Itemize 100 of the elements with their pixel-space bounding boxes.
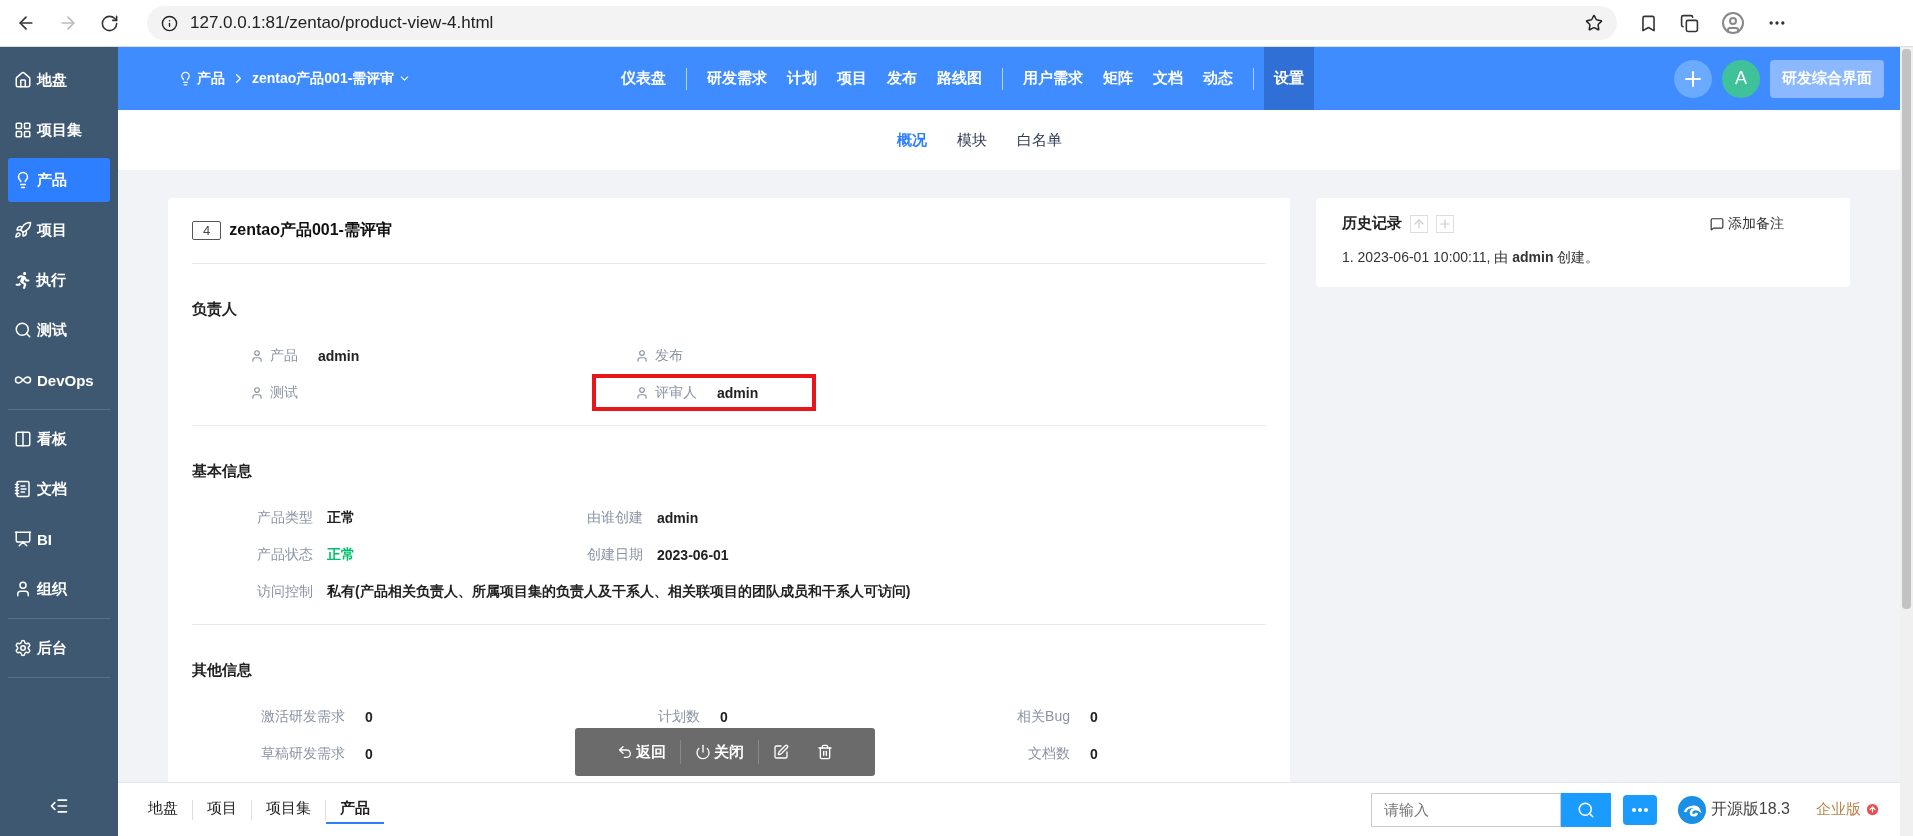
favorite-icon[interactable] xyxy=(1585,14,1603,32)
user-icon xyxy=(635,385,649,400)
field-value: admin xyxy=(318,347,360,364)
breadcrumb-link[interactable]: 产品 xyxy=(178,69,225,88)
footer-crumb[interactable]: 项目集 xyxy=(252,795,325,824)
search-button[interactable] xyxy=(1560,792,1611,827)
user-icon xyxy=(14,580,32,598)
nav-tab[interactable]: 设置 xyxy=(1264,47,1315,110)
add-note-link[interactable]: 添加备注 xyxy=(1710,214,1784,233)
user-icon xyxy=(250,348,264,363)
notebook-icon xyxy=(14,480,32,498)
field-label: 激活研发需求 xyxy=(260,707,345,726)
product-switcher[interactable]: zentao产品001-需评审 xyxy=(252,69,412,88)
create-button[interactable] xyxy=(1674,59,1712,98)
field-label: 草稿研发需求 xyxy=(260,744,345,763)
sidebar-item[interactable]: 看板 xyxy=(8,417,110,461)
field-label: 评审人 xyxy=(655,383,697,402)
field-value: 正常 xyxy=(327,545,355,564)
nav-tab[interactable]: 研发需求 xyxy=(697,47,778,110)
field-value: admin xyxy=(717,384,759,401)
field-label: 产品类型 xyxy=(257,508,313,527)
collections-icon[interactable] xyxy=(1680,13,1699,33)
field-value: 0 xyxy=(1090,745,1098,762)
field-value: 正常 xyxy=(327,508,355,527)
sidebar-item[interactable]: 测试 xyxy=(8,308,110,352)
nav-tab[interactable]: 项目 xyxy=(827,47,878,110)
info-icon xyxy=(161,14,178,32)
sidebar-item[interactable]: 后台 xyxy=(8,626,110,670)
sidebar-item[interactable]: 地盘 xyxy=(8,58,110,102)
panel-title: 历史记录 xyxy=(1342,214,1402,233)
section-title: 负责人 xyxy=(192,300,238,319)
search-field[interactable]: 请输入 xyxy=(1370,792,1561,827)
field-label: 相关Bug xyxy=(1016,707,1070,726)
sidebar-item[interactable]: 组织 xyxy=(8,567,110,611)
collapse-menu-icon[interactable] xyxy=(49,796,69,816)
sidebar-item[interactable]: 执行 xyxy=(8,258,110,302)
sub-tab[interactable]: 模块 xyxy=(956,130,987,150)
field-label: 产品 xyxy=(270,346,298,365)
home-icon xyxy=(14,71,32,89)
sidebar-item[interactable]: 项目 xyxy=(8,208,110,252)
footer-crumb[interactable]: 产品 xyxy=(326,795,384,824)
field-label: 创建日期 xyxy=(587,545,643,564)
field-label: 发布 xyxy=(655,346,683,365)
field-value: 私有(产品相关负责人、所属项目集的负责人及干系人、相关联项目的团队成员和干系人可访问) xyxy=(327,582,911,601)
field-label: 由谁创建 xyxy=(587,508,643,527)
sidebar-item[interactable]: BI xyxy=(8,517,110,561)
sidebar-item[interactable]: DevOps xyxy=(8,358,110,402)
sidebar-item[interactable]: 文档 xyxy=(8,467,110,511)
field-label: 测试 xyxy=(270,383,298,402)
scrollbar-thumb[interactable] xyxy=(1902,49,1911,609)
section-title: 基本信息 xyxy=(192,462,253,481)
columns-icon xyxy=(14,430,32,448)
nav-tab[interactable]: 动态 xyxy=(1193,47,1244,110)
sidebar-item[interactable]: 产品 xyxy=(8,158,110,202)
field-label: 计划数 xyxy=(657,707,700,726)
search-icon xyxy=(1576,800,1595,819)
id-tag: 4 xyxy=(192,221,222,240)
logo-icon xyxy=(1676,794,1707,825)
nav-tab[interactable]: 计划 xyxy=(777,47,828,110)
grid-icon xyxy=(14,121,32,139)
field-value: 0 xyxy=(365,708,373,725)
edit-icon xyxy=(773,744,789,760)
close-button[interactable]: 关闭 xyxy=(681,742,758,762)
nav-tab[interactable]: 发布 xyxy=(877,47,928,110)
nav-tab[interactable]: 文档 xyxy=(1143,47,1194,110)
footer-crumb[interactable]: 项目 xyxy=(193,795,251,824)
back-button[interactable]: 返回 xyxy=(603,742,680,762)
user-icon xyxy=(635,348,649,363)
field-value: admin xyxy=(657,509,699,526)
profile-icon[interactable] xyxy=(1721,11,1745,35)
nav-tab[interactable]: 仪表盘 xyxy=(611,47,677,110)
favorites-icon[interactable] xyxy=(1639,13,1658,33)
field-label: 产品状态 xyxy=(257,545,313,564)
rocket-icon xyxy=(14,221,32,239)
settings-icon xyxy=(14,639,32,657)
sub-tab[interactable]: 白名单 xyxy=(1016,130,1062,150)
field-label: 访问控制 xyxy=(257,582,313,601)
arrow-up-icon xyxy=(1412,216,1426,231)
chat-button[interactable] xyxy=(1622,794,1657,825)
field-value: 0 xyxy=(1090,708,1098,725)
dots-icon xyxy=(1631,807,1648,812)
power-icon xyxy=(695,744,711,760)
sub-tab[interactable]: 概况 xyxy=(896,130,927,150)
footer-crumb[interactable]: 地盘 xyxy=(134,795,192,824)
reload-icon[interactable] xyxy=(100,13,119,33)
running-person-icon xyxy=(14,271,31,289)
version-label: 开源版18.3 xyxy=(1676,794,1790,825)
nav-tab[interactable]: 路线图 xyxy=(927,47,993,110)
enterprise-link[interactable]: 企业版 xyxy=(1816,800,1880,819)
product-title: zentao产品001-需评审 xyxy=(229,220,392,240)
trash-icon xyxy=(817,744,833,760)
field-label: 文档数 xyxy=(1027,744,1070,763)
address-bar[interactable]: 127.0.0.1:81/zentao/product-view-4.html xyxy=(147,6,1617,40)
undo-arrow-icon xyxy=(617,744,633,760)
nav-tab[interactable]: 用户需求 xyxy=(1013,47,1094,110)
lightbulb-icon xyxy=(178,71,193,86)
url-text: 127.0.0.1:81/zentao/product-view-4.html xyxy=(190,13,494,33)
history-entry: 1. 2023-06-01 10:00:11, 由 admin 创建。 xyxy=(1342,249,1601,267)
sidebar-item[interactable]: 项目集 xyxy=(8,108,110,152)
nav-tab[interactable]: 矩阵 xyxy=(1093,47,1144,110)
